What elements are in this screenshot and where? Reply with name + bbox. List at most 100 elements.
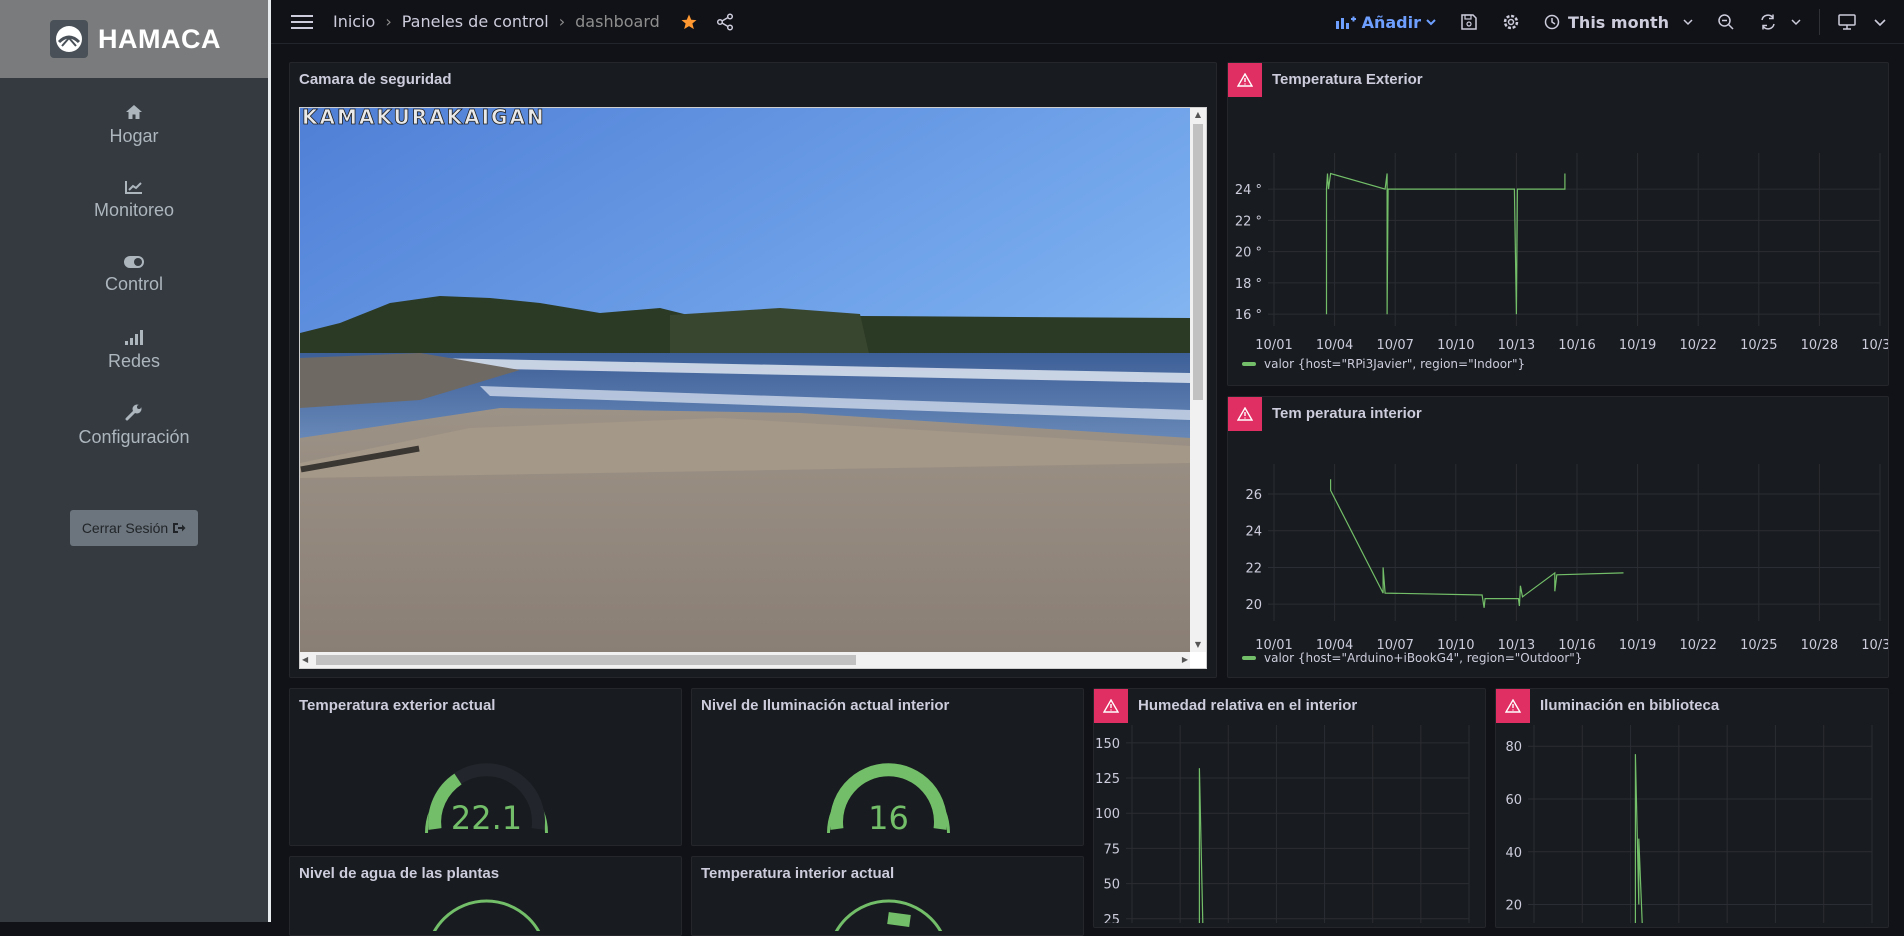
signal-icon bbox=[125, 330, 143, 345]
wrench-icon bbox=[125, 404, 142, 421]
star-icon[interactable] bbox=[680, 13, 698, 31]
sidebar: HAMACA Hogar Monitoreo Control Redes Con… bbox=[0, 0, 271, 922]
x-tick-label: 10/04 bbox=[1316, 338, 1353, 353]
time-range-picker[interactable]: This month bbox=[1544, 13, 1693, 32]
x-tick-label: 10/31 bbox=[1861, 638, 1888, 653]
y-tick-label: 100 bbox=[1095, 807, 1120, 822]
humidity-chart: 150 125 100 75 50 25 bbox=[1095, 725, 1470, 923]
home-icon bbox=[126, 105, 142, 119]
x-tick-label: 10/22 bbox=[1679, 638, 1716, 653]
gauge-light: 16 bbox=[827, 763, 950, 837]
y-tick-label: 26 bbox=[1245, 488, 1262, 503]
breadcrumb-dashboard: dashboard bbox=[575, 12, 660, 31]
gauge-temp-interior bbox=[834, 899, 943, 931]
alert-icon[interactable] bbox=[1094, 689, 1128, 723]
sidebar-item-label: Monitoreo bbox=[93, 200, 175, 220]
sidebar-edge bbox=[268, 0, 271, 922]
y-tick-label: 24 bbox=[1245, 525, 1262, 540]
alert-icon[interactable] bbox=[1496, 689, 1530, 723]
menu-icon[interactable] bbox=[291, 14, 313, 30]
gauge-temp-exterior: 22.1 bbox=[425, 763, 548, 837]
chevron-down-icon[interactable] bbox=[1791, 18, 1801, 26]
x-tick-label: 10/10 bbox=[1437, 338, 1474, 353]
series-line bbox=[1198, 768, 1204, 923]
x-tick-label: 10/22 bbox=[1679, 338, 1716, 353]
y-tick-label: 80 bbox=[1505, 740, 1522, 755]
hammock-logo-icon bbox=[50, 20, 88, 58]
y-tick-label: 20 bbox=[1505, 899, 1522, 914]
breadcrumb-separator: › bbox=[385, 12, 392, 31]
chart-legend[interactable]: valor {host="RPi3Javier", region="Indoor… bbox=[1242, 357, 1525, 371]
logout-button[interactable]: Cerrar Sesión bbox=[70, 510, 198, 546]
x-tick-label: 10/25 bbox=[1740, 638, 1777, 653]
temp-interior-panel: Tem peratura interior 10/01 10/04 10/07 10/… bbox=[1227, 396, 1889, 678]
zoom-out-icon[interactable] bbox=[1717, 13, 1735, 31]
gauge-value: 16 bbox=[868, 799, 909, 837]
series-line bbox=[1330, 479, 1624, 608]
chevron-down-icon[interactable] bbox=[1874, 18, 1886, 26]
horizontal-scroll-thumb[interactable] bbox=[316, 655, 856, 665]
chevron-down-icon bbox=[1683, 19, 1693, 26]
add-panel-button[interactable]: Añadir bbox=[1335, 13, 1436, 32]
chart-line-icon bbox=[125, 181, 142, 194]
sign-out-icon bbox=[173, 523, 186, 533]
breadcrumb-inicio[interactable]: Inicio bbox=[333, 12, 375, 31]
vertical-scroll-thumb[interactable] bbox=[1193, 124, 1203, 400]
x-tick-label: 10/16 bbox=[1558, 338, 1595, 353]
vertical-scrollbar[interactable]: ▲ ▼ bbox=[1190, 108, 1206, 652]
gauge-water bbox=[432, 899, 541, 931]
panel-title: Tem peratura interior bbox=[1272, 405, 1422, 422]
panel-title: Camara de seguridad bbox=[299, 71, 452, 88]
gauge-temp-interior-panel: Temperatura interior actual bbox=[691, 856, 1084, 936]
alert-icon[interactable] bbox=[1228, 397, 1262, 431]
top-bar: Inicio › Paneles de control › dashboard … bbox=[271, 0, 1904, 44]
horizontal-scrollbar[interactable]: ◀ ▶ bbox=[300, 652, 1190, 668]
sidebar-item-label: Redes bbox=[107, 351, 161, 371]
sidebar-nav: Hogar Monitoreo Control Redes Configurac… bbox=[0, 78, 268, 463]
sidebar-item-monitoreo[interactable]: Monitoreo bbox=[0, 163, 268, 238]
breadcrumb-paneles[interactable]: Paneles de control bbox=[402, 12, 549, 31]
add-panel-icon bbox=[1335, 16, 1356, 29]
panel-title: Iluminación en biblioteca bbox=[1540, 697, 1720, 714]
logout-label: Cerrar Sesión bbox=[81, 520, 169, 536]
x-tick-label: 10/13 bbox=[1498, 338, 1535, 353]
y-tick-label: 20 ° bbox=[1235, 246, 1262, 261]
x-tick-label: 10/01 bbox=[1255, 338, 1292, 353]
sidebar-item-configuracion[interactable]: Configuración bbox=[0, 388, 268, 463]
share-icon[interactable] bbox=[716, 12, 734, 31]
sidebar-item-label: Hogar bbox=[109, 126, 159, 146]
alert-icon[interactable] bbox=[1228, 63, 1262, 97]
humidity-panel: Humedad relativa en el interior 150 125 10… bbox=[1093, 688, 1486, 928]
brand-name: HAMACA bbox=[98, 23, 221, 54]
y-tick-label: 24 ° bbox=[1235, 183, 1262, 198]
clock-icon bbox=[1544, 14, 1560, 30]
series-line bbox=[1325, 172, 1566, 315]
scroll-left-arrow[interactable]: ◀ bbox=[302, 652, 308, 668]
gauge-temp-exterior-panel: Temperatura exterior actual 22.1 bbox=[289, 688, 682, 846]
panel-title: Nivel de Iluminación actual interior bbox=[701, 697, 950, 714]
panel-title: Temperatura interior actual bbox=[701, 865, 895, 882]
chart-legend[interactable]: valor {host="Arduino+iBookG4", region="O… bbox=[1242, 651, 1582, 665]
refresh-icon[interactable] bbox=[1759, 13, 1777, 31]
legend-swatch bbox=[1242, 656, 1256, 660]
scroll-down-arrow[interactable]: ▼ bbox=[1190, 638, 1206, 652]
sidebar-item-control[interactable]: Control bbox=[0, 238, 268, 313]
toggle-icon bbox=[124, 256, 144, 268]
breadcrumb: Inicio › Paneles de control › dashboard bbox=[333, 12, 734, 31]
camera-overlay-text: KAMAKURAKAIGAN bbox=[302, 108, 546, 129]
y-tick-label: 16 ° bbox=[1235, 308, 1262, 323]
scroll-right-arrow[interactable]: ▶ bbox=[1182, 652, 1188, 668]
settings-gear-icon[interactable] bbox=[1502, 13, 1520, 31]
y-tick-label: 40 bbox=[1505, 846, 1522, 861]
tv-mode-icon[interactable] bbox=[1838, 14, 1856, 30]
y-tick-label: 150 bbox=[1095, 737, 1120, 752]
save-icon[interactable] bbox=[1460, 13, 1478, 31]
x-tick-label: 10/31 bbox=[1861, 338, 1888, 353]
x-tick-label: 10/25 bbox=[1740, 338, 1777, 353]
sidebar-item-hogar[interactable]: Hogar bbox=[0, 88, 268, 163]
panel-title: Temperatura Exterior bbox=[1272, 71, 1423, 88]
sidebar-item-redes[interactable]: Redes bbox=[0, 313, 268, 388]
y-tick-label: 75 bbox=[1103, 842, 1120, 857]
scroll-up-arrow[interactable]: ▲ bbox=[1190, 108, 1206, 122]
brand[interactable]: HAMACA bbox=[0, 0, 268, 78]
